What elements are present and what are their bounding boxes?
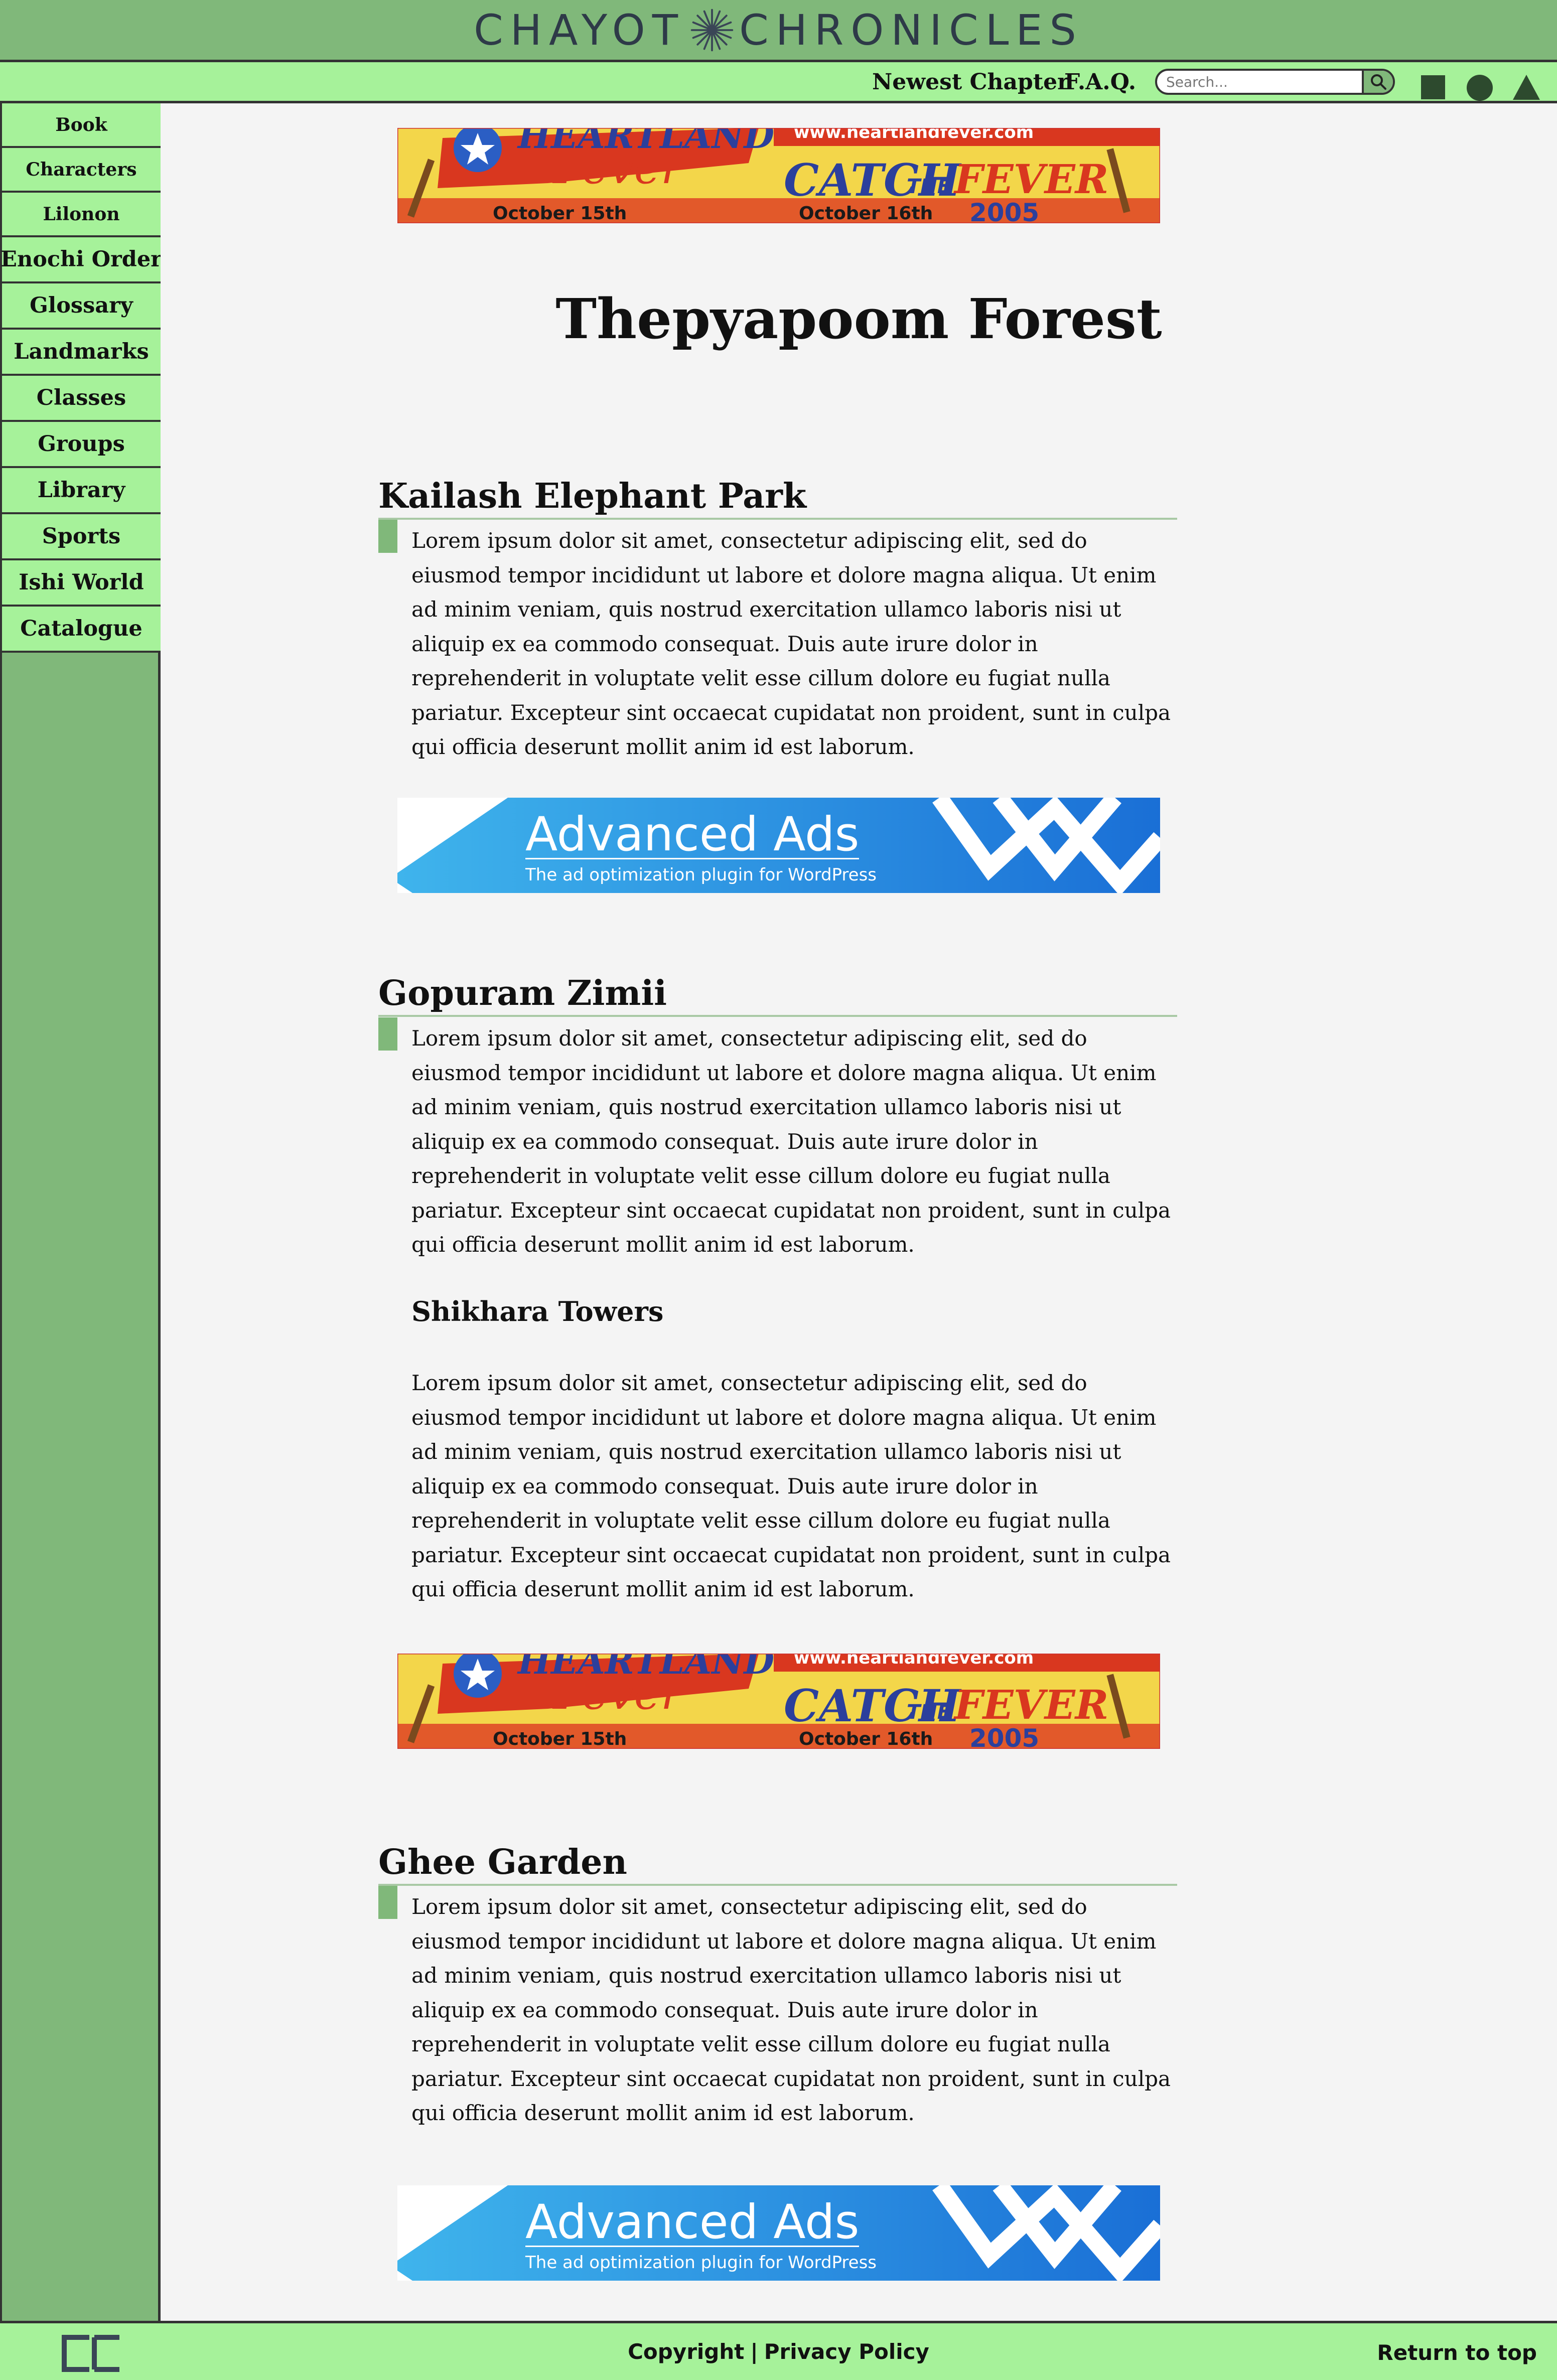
ad-date2: October 16th [799,1729,933,1749]
sidebar-item-enochi-order[interactable]: Enochi Order [1,237,162,283]
advanced-ads-graphic: Advanced Ads The ad optimization plugin … [397,798,1160,893]
sidebar-item-landmarks[interactable]: Landmarks [2,330,161,376]
sidebar-item-label: Glossary [30,293,133,318]
sidebar-item-classes[interactable]: Classes [2,376,161,422]
section-heading-gopuram: Gopuram Zimii [378,974,1177,1017]
ad-date1: October 15th [493,1729,627,1749]
site-title-part2: CHRONICLES [739,5,1083,55]
section-marker [378,1017,397,1051]
section-marker [378,520,397,553]
search-input[interactable] [1166,73,1362,90]
footer-links: Copyright | Privacy Policy [0,2323,1557,2380]
heartland-ad-graphic: HEARTLAND Fever www.heartlandfever.com C… [397,1654,1160,1749]
section-heading-ghee: Ghee Garden [378,1843,1177,1886]
heartland-ad-banner[interactable]: HEARTLAND Fever www.heartlandfever.com C… [397,128,1160,223]
site-title-part1: CHAYOT [474,5,685,55]
site-header: CHAYOT CHRONICLES [0,0,1557,62]
faq-link[interactable]: F.A.Q. [1064,69,1136,95]
footer-separator: | [750,2339,758,2364]
ad-year: 2005 [969,1724,1039,1749]
sidebar-item-ishi-world[interactable]: Ishi World [2,560,161,607]
search-box [1155,69,1395,95]
main-content: HEARTLAND Fever www.heartlandfever.com C… [161,103,1557,2321]
sidebar-item-label: Landmarks [14,339,149,364]
sidebar-item-label: Library [37,478,125,503]
ad-subtitle: The ad optimization plugin for WordPress [525,2253,877,2273]
square-icon[interactable] [1420,74,1446,100]
sidebar: Book Characters Lilonon Enochi Order Glo… [0,103,162,2321]
advanced-ads-banner[interactable]: Advanced Ads The ad optimization plugin … [397,798,1160,893]
section-heading-kailash: Kailash Elephant Park [378,477,1177,520]
sidebar-item-library[interactable]: Library [2,468,161,514]
advanced-ads-banner[interactable]: Advanced Ads The ad optimization plugin … [397,2185,1160,2281]
ad-date1: October 15th [493,203,627,223]
return-to-top-link[interactable]: Return to top [1377,2340,1537,2365]
sidebar-item-groups[interactable]: Groups [2,422,161,468]
sidebar-item-glossary[interactable]: Glossary [2,283,161,330]
ad-title: Advanced Ads [525,2195,859,2250]
newest-chapter-link[interactable]: Newest Chapter [872,69,1069,95]
section-body-kailash: Lorem ipsum dolor sit amet, consectetur … [411,528,1171,759]
ad-url: www.heartlandfever.com [794,128,1034,142]
page-title: Thepyapoom Forest [555,286,1162,351]
ad-year: 2005 [969,198,1039,223]
ad-tagline-mid: THE [907,175,951,198]
sidebar-item-label: Ishi World [19,570,144,595]
search-button[interactable] [1362,71,1393,93]
privacy-policy-link[interactable]: Privacy Policy [764,2339,929,2364]
sidebar-item-sports[interactable]: Sports [2,514,161,560]
copyright-link[interactable]: Copyright [628,2339,744,2364]
triangle-icon[interactable] [1512,74,1540,100]
subsection-heading-shikhara: Shikhara Towers [411,1295,664,1327]
sidebar-item-characters[interactable]: Characters [2,148,161,193]
sidebar-item-lilonon[interactable]: Lilonon [2,193,161,237]
top-nav: Newest Chapter F.A.Q. [0,62,1557,103]
section-marker [378,1886,397,1919]
section-body-ghee: Lorem ipsum dolor sit amet, consectetur … [411,1894,1171,2125]
sidebar-item-label: Classes [36,385,126,410]
sidebar-item-label: Groups [38,431,125,457]
heartland-ad-banner[interactable]: HEARTLAND Fever www.heartlandfever.com C… [397,1654,1160,1749]
heartland-ad-graphic: HEARTLAND Fever www.heartlandfever.com C… [397,128,1160,223]
ad-subtitle: Fever [552,141,685,194]
sunburst-icon [690,9,734,51]
sidebar-item-label: Enochi Order [1,247,162,272]
sidebar-item-label: Book [55,114,107,135]
ad-url: www.heartlandfever.com [794,1654,1034,1668]
sidebar-item-label: Catalogue [20,616,143,641]
site-footer: Copyright | Privacy Policy Return to top [0,2321,1557,2380]
subsection-body-shikhara: Lorem ipsum dolor sit amet, consectetur … [411,1371,1171,1601]
search-icon [1371,74,1386,90]
sidebar-item-label: Lilonon [43,203,120,225]
sidebar-item-book[interactable]: Book [2,103,161,148]
ad-title: Advanced Ads [525,807,859,862]
circle-icon[interactable] [1466,74,1493,101]
site-title[interactable]: CHAYOT CHRONICLES [474,6,1083,55]
ad-tagline-mid: THE [907,1701,951,1724]
advanced-ads-graphic: Advanced Ads The ad optimization plugin … [397,2185,1160,2281]
ad-tagline-right: FEVER [953,156,1108,203]
sidebar-item-label: Sports [42,524,121,549]
ad-subtitle: Fever [552,1667,685,1720]
sidebar-item-catalogue[interactable]: Catalogue [2,607,161,653]
ad-tagline-right: FEVER [953,1681,1108,1728]
sidebar-item-label: Characters [26,159,137,180]
section-body-gopuram: Lorem ipsum dolor sit amet, consectetur … [411,1026,1171,1257]
ad-date2: October 16th [799,203,933,223]
ad-subtitle: The ad optimization plugin for WordPress [525,865,877,885]
